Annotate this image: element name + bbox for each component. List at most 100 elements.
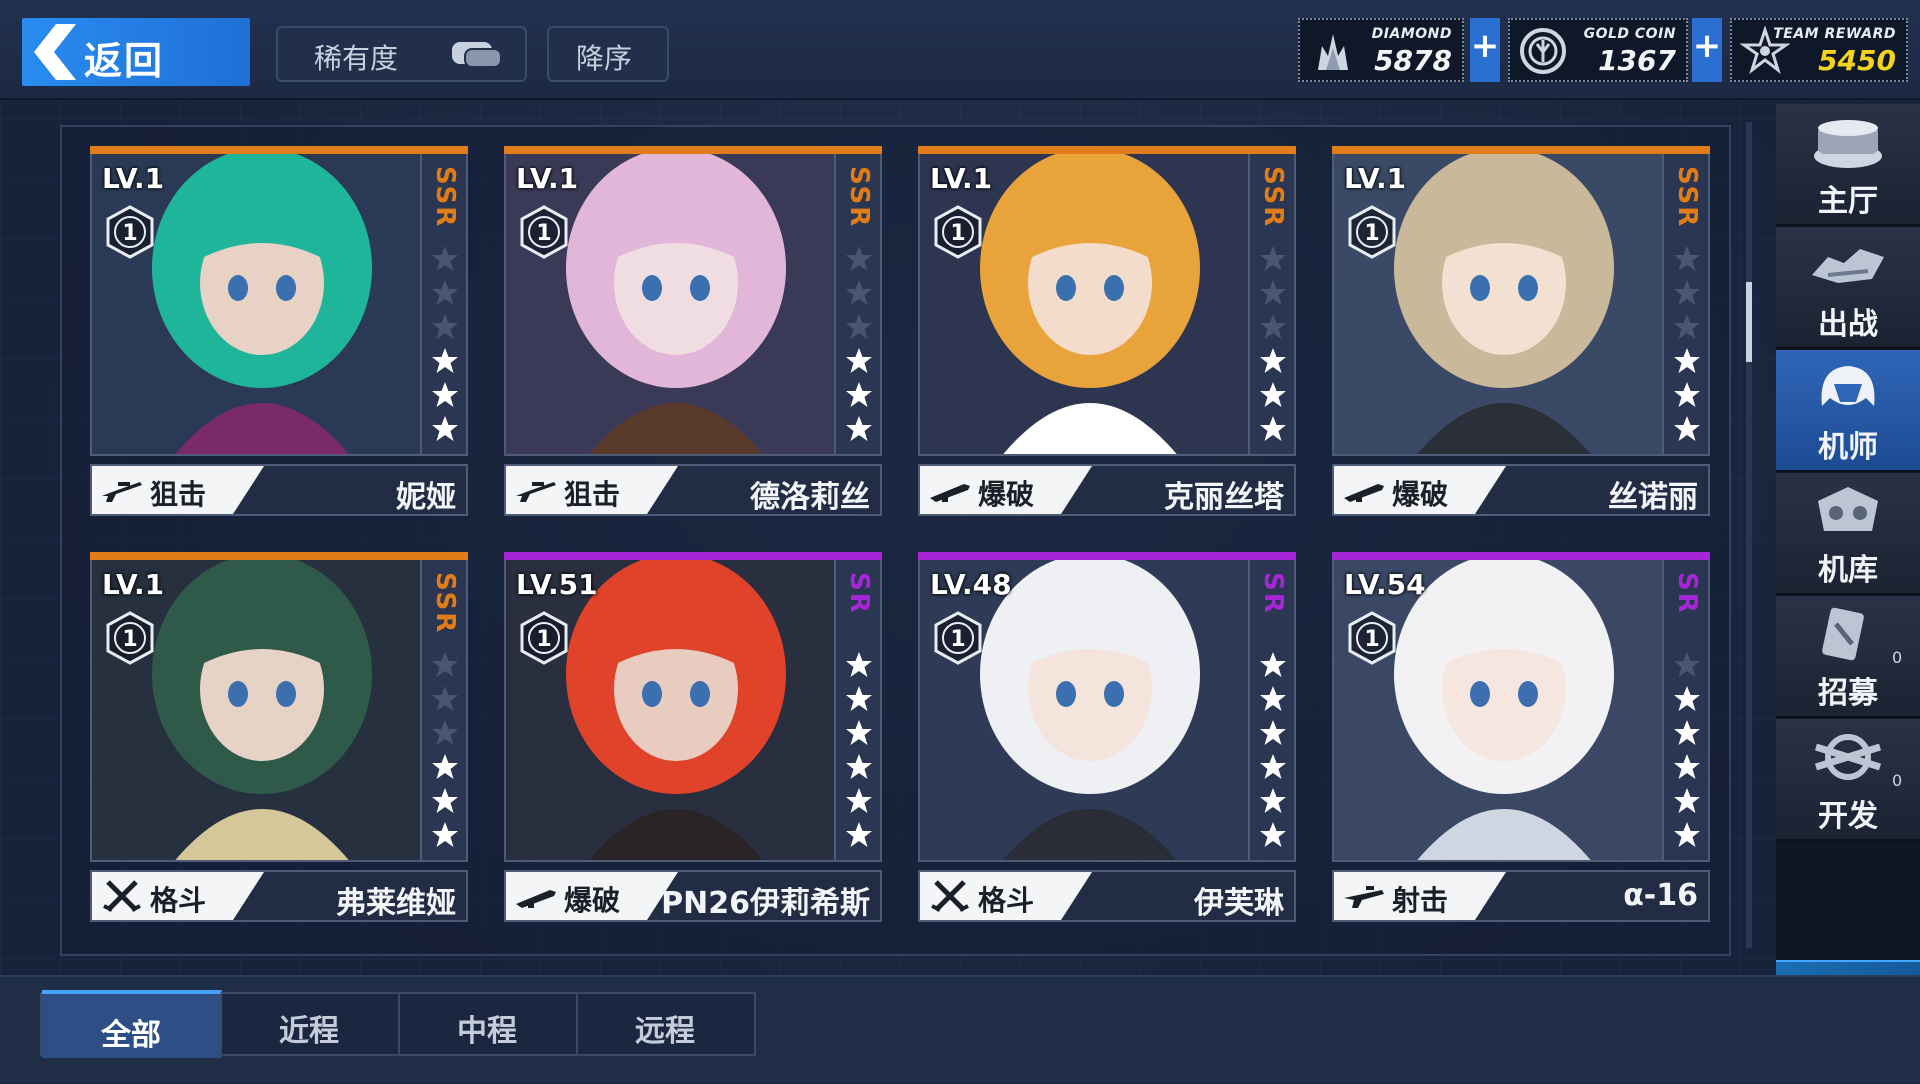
pilot-type: 射击 [1334, 872, 1506, 920]
star-filled-icon [1260, 382, 1286, 407]
pilot-type: 格斗 [92, 872, 264, 920]
tab-short-range[interactable]: 近程 [220, 994, 400, 1054]
pilot-level: LV.1 [930, 162, 993, 195]
star-empty-icon [846, 280, 872, 305]
pilot-info-bar: 爆破 克丽丝塔 [918, 464, 1296, 516]
pilot-card[interactable]: LV.1 1 SSR 狙击 德洛莉丝 [504, 146, 882, 516]
star-empty-icon [846, 314, 872, 339]
pilot-type-label: 格斗 [978, 884, 1035, 917]
star-filled-icon [1674, 686, 1700, 711]
currency-name: DIAMOND [1371, 26, 1452, 42]
star-filled-icon [432, 348, 458, 373]
pilot-card[interactable]: LV.51 1 SR 爆破 PN26伊莉希斯 [504, 552, 882, 922]
launcher-icon [516, 890, 556, 908]
rarity-strip [90, 146, 468, 154]
pilot-portrait: LV.54 1 [1332, 552, 1664, 862]
crossed-swords-icon [103, 880, 141, 912]
star-empty-icon [1674, 314, 1700, 339]
range-filter-tabs: 全部 近程 中程 远程 [40, 990, 756, 1058]
rarity-strip [1332, 146, 1710, 154]
nav-item-hall[interactable]: 主厅 [1776, 104, 1920, 226]
rarity-column: SSR [1664, 146, 1710, 456]
pilot-portrait: LV.1 1 [1332, 146, 1664, 456]
star-filled-icon [432, 822, 458, 847]
tab-label: 近程 [279, 1014, 339, 1049]
main-nav: 主厅出战机师 机库 招募 0 开发 0 [1776, 104, 1920, 1080]
nav-label: 出战 [1818, 307, 1878, 342]
toggle-icon [452, 42, 502, 68]
scrollbar-thumb[interactable] [1746, 282, 1752, 362]
nav-item-develop[interactable]: 开发 0 [1776, 719, 1920, 841]
diamond-counter: DIAMOND 5878 [1298, 18, 1464, 82]
star-filled-icon [1674, 754, 1700, 779]
star-filled-icon [1260, 822, 1286, 847]
pilot-info-bar: 狙击 德洛莉丝 [504, 464, 882, 516]
rarity-label: SSR [1258, 166, 1288, 229]
add-gold-coin-button[interactable]: + [1692, 18, 1722, 82]
gold-coin-icon [1520, 28, 1566, 74]
scrollbar-track[interactable] [1746, 122, 1752, 948]
star-empty-icon [432, 720, 458, 745]
pilot-card[interactable]: LV.1 1 SSR 狙击 妮娅 [90, 146, 468, 516]
pilot-card[interactable]: LV.48 1 SR 格斗 伊芙琳 [918, 552, 1296, 922]
sort-order-button[interactable]: 降序 [547, 26, 669, 82]
pilot-portrait: LV.1 1 [918, 146, 1250, 456]
tab-long-range[interactable]: 远程 [576, 994, 756, 1054]
pilot-card[interactable]: LV.1 1 SSR 爆破 丝诺丽 [1332, 146, 1710, 516]
pilot-type: 格斗 [920, 872, 1092, 920]
sort-rarity-button[interactable]: 稀有度 [276, 26, 527, 82]
star-filled-icon [846, 348, 872, 373]
rarity-label: SR [844, 572, 874, 615]
recruit-icon [1822, 607, 1864, 661]
rank-badge-icon: 1 [1348, 205, 1396, 259]
nav-item-hangar[interactable]: 机库 [1776, 473, 1920, 595]
develop-icon [1814, 734, 1882, 780]
star-filled-icon [432, 416, 458, 441]
rank-badge-icon: 1 [1348, 611, 1396, 665]
star-filled-icon [1260, 348, 1286, 373]
pilot-type: 爆破 [920, 466, 1092, 514]
rank-number: 1 [536, 221, 551, 246]
pilot-level: LV.48 [930, 568, 1012, 601]
star-empty-icon [1260, 314, 1286, 339]
currency-name: TEAM REWARD [1773, 26, 1896, 42]
top-bar: 返回 稀有度 降序 DIAMOND 5878 + GOLD COIN 1367 … [0, 0, 1920, 100]
rarity-label: SSR [1672, 166, 1702, 229]
nav-item-sortie[interactable]: 出战 [1776, 227, 1920, 349]
rarity-label: SR [1672, 572, 1702, 615]
rarity-strip [918, 146, 1296, 154]
rarity-strip [504, 552, 882, 560]
nav-item-recruit[interactable]: 招募 0 [1776, 596, 1920, 718]
rarity-column: SR [1250, 552, 1296, 862]
nav-item-pilot[interactable]: 机师 [1776, 350, 1920, 472]
star-filled-icon [1674, 416, 1700, 441]
pilot-card[interactable]: LV.1 1 SSR 格斗 弗莱维娅 [90, 552, 468, 922]
launcher-icon [930, 484, 970, 502]
tab-all[interactable]: 全部 [42, 990, 222, 1058]
add-diamond-button[interactable]: + [1470, 18, 1500, 82]
pilot-name: PN26伊莉希斯 [661, 886, 870, 921]
pilot-portrait: LV.1 1 [504, 146, 836, 456]
pilot-type: 狙击 [506, 466, 678, 514]
gold-coin-counter: GOLD COIN 1367 [1508, 18, 1688, 82]
star-rating [422, 244, 468, 444]
pilot-name: 弗莱维娅 [336, 886, 456, 921]
rank-number: 1 [1364, 627, 1379, 652]
star-filled-icon [846, 652, 872, 677]
currency-value: 1367 [1598, 44, 1676, 77]
chevron-left-icon [34, 24, 76, 80]
pilot-card[interactable]: LV.1 1 SSR 爆破 克丽丝塔 [918, 146, 1296, 516]
star-filled-icon [846, 822, 872, 847]
rank-badge-icon: 1 [106, 611, 154, 665]
pilot-card[interactable]: LV.54 1 SR 射击 α-16 [1332, 552, 1710, 922]
pilot-type-label: 狙击 [150, 478, 207, 511]
pilot-portrait: LV.1 1 [90, 552, 422, 862]
rank-number: 1 [122, 221, 137, 246]
rarity-column: SSR [422, 146, 468, 456]
back-button[interactable]: 返回 [22, 18, 250, 86]
star-empty-icon [1674, 246, 1700, 271]
rank-badge-icon: 1 [106, 205, 154, 259]
plus-icon: + [1692, 26, 1722, 66]
tab-mid-range[interactable]: 中程 [398, 994, 578, 1054]
currency-value: 5878 [1374, 44, 1452, 77]
